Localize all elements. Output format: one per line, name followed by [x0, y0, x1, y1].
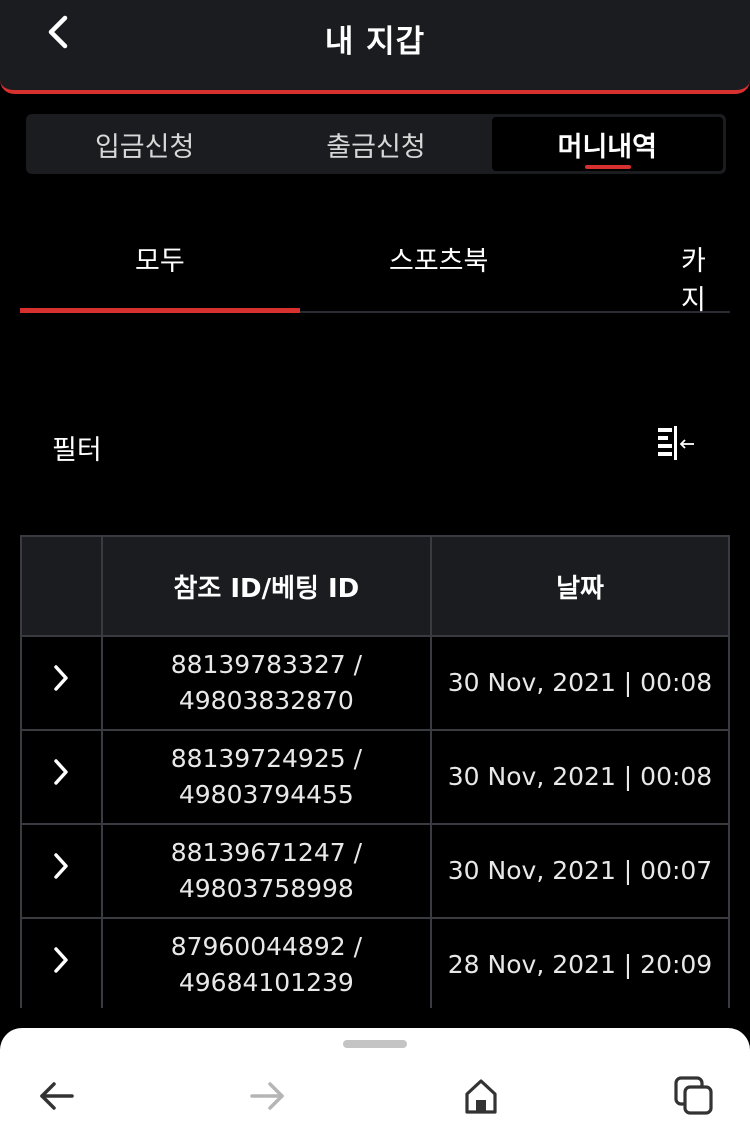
- reference-id-cell: 87960044892 / 49684101239: [100, 917, 433, 1013]
- tab-money-history-label: 머니내역: [557, 131, 657, 163]
- back-arrow-icon: [40, 1082, 74, 1110]
- chevron-right-icon: [54, 853, 69, 879]
- reference-id-cell: 88139671247 / 49803758998: [100, 823, 433, 919]
- filter-sort-icon[interactable]: [654, 424, 700, 464]
- bet-id: 49684101239: [178, 968, 354, 997]
- chevron-right-icon: [54, 759, 69, 785]
- date-cell: 30 Nov, 2021 | 00:07: [430, 823, 730, 919]
- date-cell: 30 Nov, 2021 | 00:08: [430, 635, 730, 731]
- filter-label[interactable]: 필터: [52, 428, 102, 467]
- tab-money-history[interactable]: 머니내역: [491, 117, 723, 171]
- browser-toolbar-panel: [0, 1028, 750, 1140]
- transactions-table: 참조 ID/베팅 ID 날짜 88139783327 / 49803832870…: [20, 535, 730, 1013]
- category-tab-indicator: [20, 308, 300, 313]
- drag-handle[interactable]: [343, 1040, 407, 1048]
- tab-withdraw-label: 출금신청: [326, 131, 426, 163]
- browser-tabs-button[interactable]: [672, 1074, 716, 1118]
- table-row: 87960044892 / 49684101239 28 Nov, 2021 |…: [20, 917, 730, 1013]
- page-title: 내 지갑: [324, 24, 426, 60]
- reference-id-cell: 88139783327 / 49803832870: [100, 635, 433, 731]
- bet-id: 49803794455: [178, 780, 354, 809]
- forward-arrow-icon: [250, 1082, 284, 1110]
- wallet-page: 내 지갑 입금신청 출금신청 머니내역 모두 스포츠북 카지 필터 참조 ID/…: [0, 0, 750, 1140]
- tab-all[interactable]: 모두: [135, 239, 185, 278]
- reference-id-cell: 88139724925 / 49803794455: [100, 729, 433, 825]
- tab-deposit[interactable]: 입금신청: [29, 117, 260, 171]
- table-row: 88139783327 / 49803832870 30 Nov, 2021 |…: [20, 635, 730, 731]
- header-reference-id: 참조 ID/베팅 ID: [100, 535, 433, 637]
- header-bar: 내 지갑: [0, 0, 750, 94]
- browser-back-button[interactable]: [34, 1074, 78, 1118]
- chevron-right-icon: [54, 947, 69, 973]
- tab-deposit-label: 입금신청: [94, 131, 195, 163]
- reference-id: 87960044892 /: [170, 932, 363, 961]
- browser-home-button[interactable]: [459, 1074, 503, 1118]
- wallet-tabs: 입금신청 출금신청 머니내역: [26, 114, 726, 174]
- header-date: 날짜: [430, 535, 730, 637]
- tabs-icon: [674, 1076, 713, 1115]
- table-header-row: 참조 ID/베팅 ID 날짜: [20, 535, 730, 637]
- row-expand-button[interactable]: [20, 823, 103, 919]
- home-icon: [465, 1079, 497, 1114]
- category-tabs: 모두 스포츠북 카지: [20, 225, 730, 316]
- row-expand-button[interactable]: [20, 635, 103, 731]
- row-expand-button[interactable]: [20, 917, 103, 1013]
- tab-withdraw[interactable]: 출금신청: [260, 117, 491, 171]
- reference-id: 88139783327 /: [170, 650, 363, 679]
- browser-forward-button[interactable]: [246, 1074, 290, 1118]
- date-cell: 30 Nov, 2021 | 00:08: [430, 729, 730, 825]
- date-cell: 28 Nov, 2021 | 20:09: [430, 917, 730, 1013]
- table-row: 88139724925 / 49803794455 30 Nov, 2021 |…: [20, 729, 730, 825]
- table-row: 88139671247 / 49803758998 30 Nov, 2021 |…: [20, 823, 730, 919]
- chevron-right-icon: [54, 665, 69, 691]
- tab-casino[interactable]: 카지: [681, 239, 730, 317]
- reference-id: 88139724925 /: [170, 744, 363, 773]
- reference-id: 88139671247 /: [170, 838, 363, 867]
- browser-toolbar: [0, 1008, 750, 1140]
- tab-sportsbook[interactable]: 스포츠북: [389, 239, 488, 278]
- bet-id: 49803758998: [178, 874, 354, 903]
- bet-id: 49803832870: [178, 686, 354, 715]
- header-expand: [20, 535, 103, 637]
- active-tab-underline: [585, 165, 632, 169]
- row-expand-button[interactable]: [20, 729, 103, 825]
